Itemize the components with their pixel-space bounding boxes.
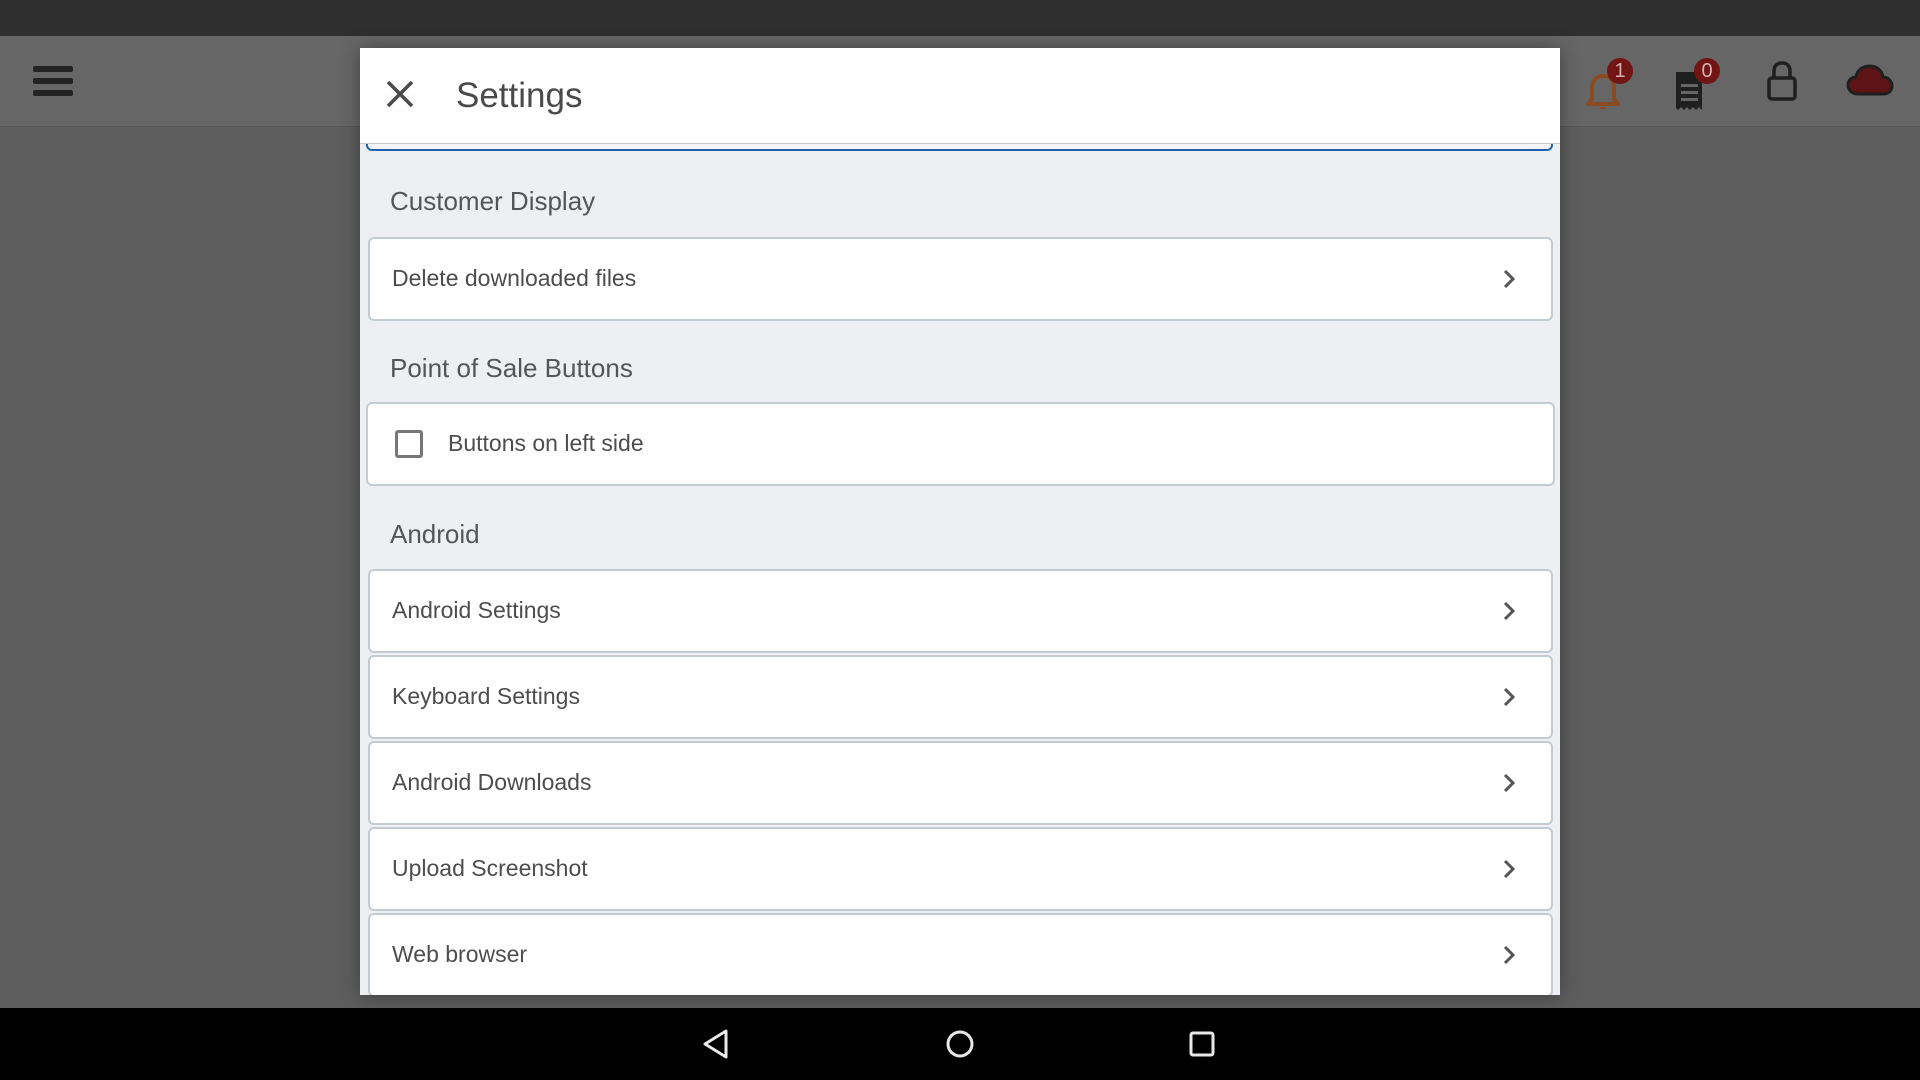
back-triangle-icon: [703, 1029, 728, 1059]
cloud-sync-button[interactable]: [1846, 62, 1896, 102]
back-button[interactable]: [699, 1026, 735, 1062]
item-label: Web browser: [392, 941, 528, 967]
keyboard-settings-item[interactable]: Keyboard Settings: [368, 655, 1553, 739]
receipts-badge: 0: [1694, 58, 1720, 84]
web-browser-item[interactable]: Web browser: [368, 913, 1553, 995]
chevron-right-icon: [1503, 859, 1516, 879]
lock-button[interactable]: [1765, 60, 1803, 106]
android-settings-item[interactable]: Android Settings: [368, 569, 1553, 653]
android-navigation-bar: [0, 1008, 1920, 1080]
settings-dialog: Settings Customer Display Delete downloa…: [360, 48, 1560, 995]
lock-icon: [1767, 61, 1797, 101]
recents-square-icon: [1189, 1031, 1215, 1057]
dialog-title: Settings: [456, 76, 583, 115]
upload-screenshot-item[interactable]: Upload Screenshot: [368, 827, 1553, 911]
chevron-right-icon: [1503, 601, 1516, 621]
chevron-right-icon: [1503, 269, 1516, 289]
delete-downloaded-files-item[interactable]: Delete downloaded files: [368, 237, 1553, 321]
buttons-on-left-side-item[interactable]: Buttons on left side: [366, 402, 1555, 486]
item-label: Android Downloads: [392, 769, 592, 795]
notifications-badge: 1: [1607, 58, 1633, 84]
recents-button[interactable]: [1184, 1026, 1220, 1062]
chevron-right-icon: [1503, 945, 1516, 965]
section-title-android: Android: [390, 519, 480, 549]
android-downloads-item[interactable]: Android Downloads: [368, 741, 1553, 825]
notifications-button[interactable]: 1: [1583, 58, 1633, 110]
item-label: Upload Screenshot: [392, 855, 588, 881]
item-label: Android Settings: [392, 597, 561, 623]
receipts-button[interactable]: 0: [1672, 58, 1720, 110]
item-label: Delete downloaded files: [392, 265, 637, 291]
cloud-icon: [1846, 64, 1894, 96]
status-bar: [0, 0, 1920, 36]
chevron-right-icon: [1503, 687, 1516, 707]
buttons-on-left-side-checkbox[interactable]: [395, 430, 423, 458]
item-label: Keyboard Settings: [392, 683, 580, 709]
dialog-header: Settings: [360, 48, 1560, 144]
close-button[interactable]: [378, 72, 422, 116]
home-button[interactable]: [942, 1026, 978, 1062]
section-title-customer-display: Customer Display: [390, 186, 596, 216]
close-icon: [386, 80, 414, 108]
section-title-pos-buttons: Point of Sale Buttons: [390, 353, 633, 383]
item-label: Buttons on left side: [448, 430, 644, 456]
home-circle-icon: [946, 1030, 974, 1058]
chevron-right-icon: [1503, 773, 1516, 793]
hamburger-menu-icon[interactable]: [33, 66, 73, 99]
